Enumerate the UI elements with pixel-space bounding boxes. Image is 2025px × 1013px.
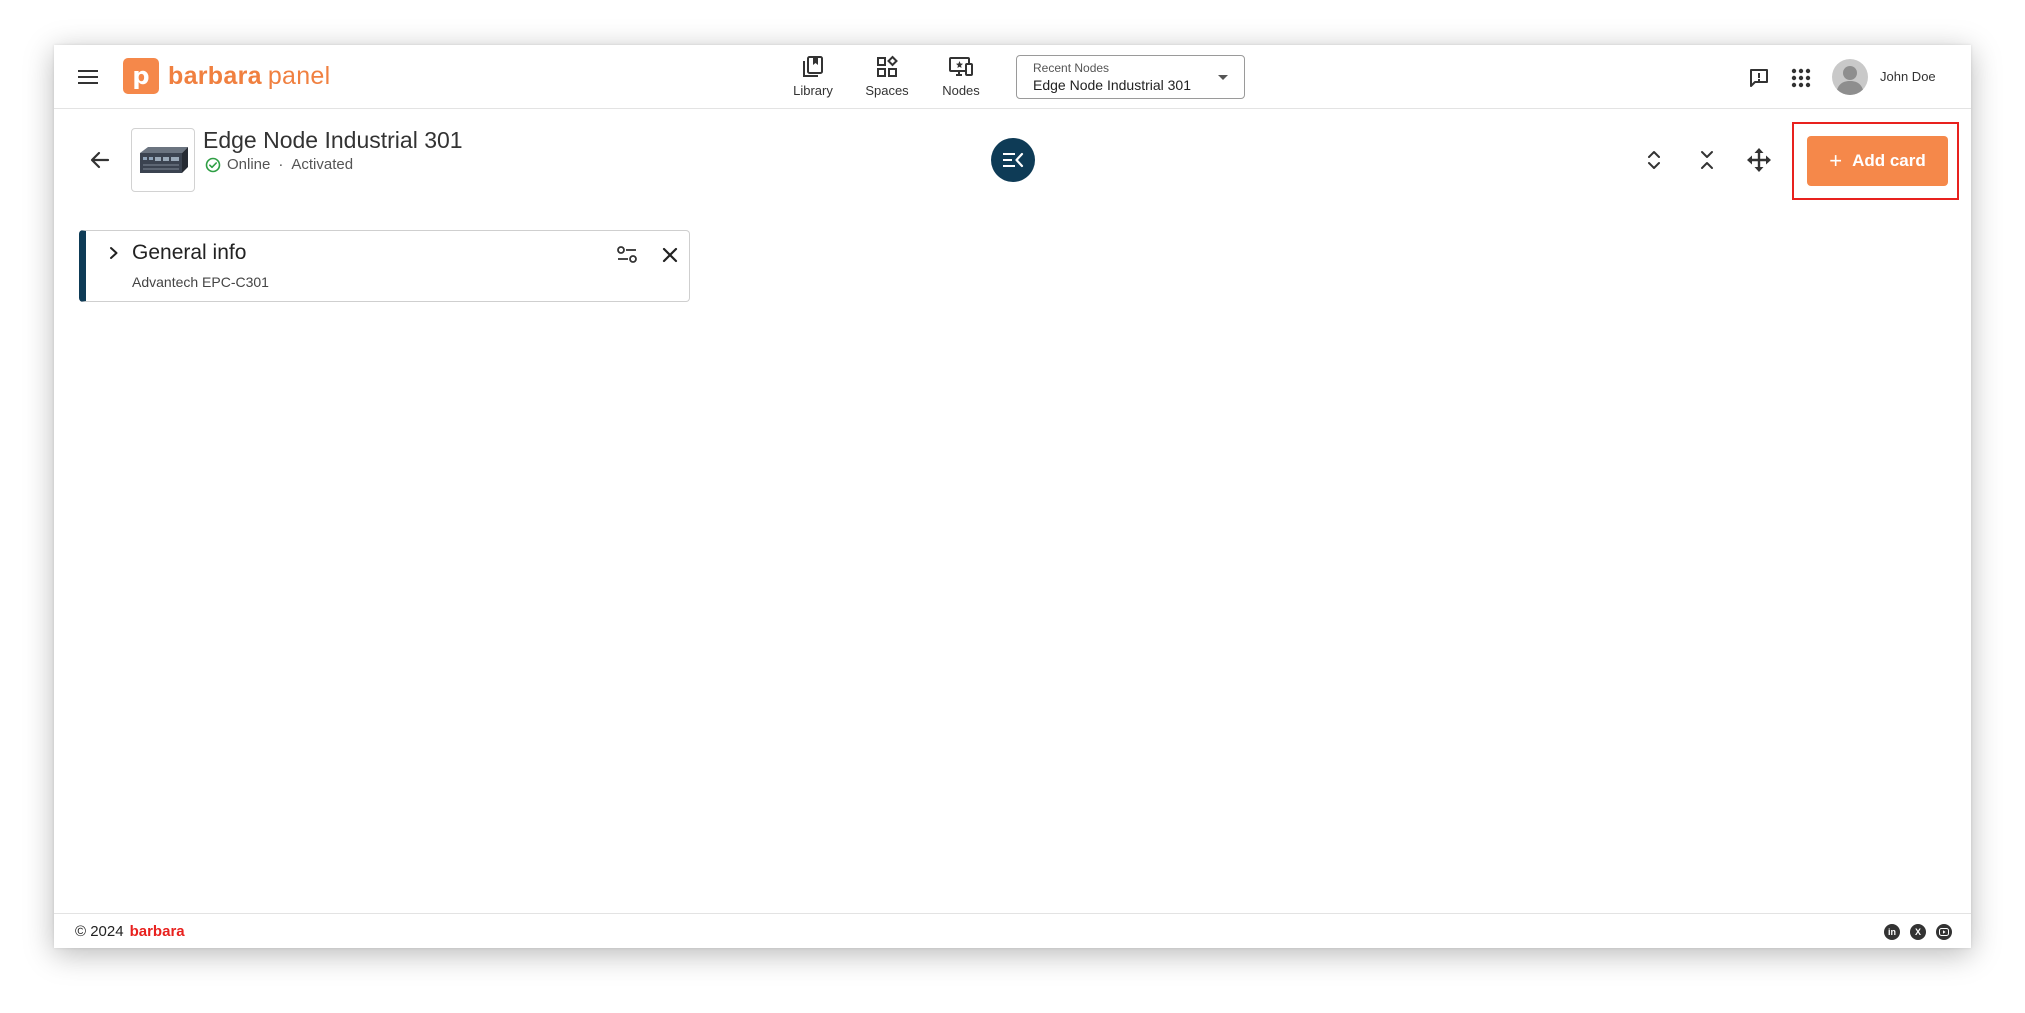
recent-nodes-select[interactable]: Recent Nodes Edge Node Industrial 301: [1016, 55, 1245, 99]
status-online: Online: [227, 156, 271, 173]
library-icon: [803, 56, 823, 77]
chevron-right-icon[interactable]: [104, 243, 124, 263]
spaces-icon: [877, 55, 898, 77]
linkedin-icon[interactable]: in: [1884, 924, 1900, 940]
menu-collapse-icon: [1003, 152, 1024, 168]
logo-brand: barbara: [168, 61, 262, 90]
toggle-panel-button[interactable]: [991, 138, 1035, 182]
nodes-icon: [949, 57, 973, 76]
app-logo[interactable]: p barbara panel: [123, 58, 330, 94]
back-arrow-icon[interactable]: [84, 144, 116, 176]
recent-nodes-value: Edge Node Industrial 301: [1033, 77, 1191, 93]
avatar[interactable]: [1832, 59, 1868, 95]
card-title: General info: [132, 241, 247, 264]
nav-library-label: Library: [793, 83, 833, 98]
node-thumbnail: [131, 128, 195, 192]
plus-icon: +: [1829, 148, 1843, 173]
nav-library[interactable]: Library: [778, 55, 848, 103]
top-bar: p barbara panel Library Spaces Nodes Rec…: [54, 45, 1971, 109]
close-icon[interactable]: [657, 242, 683, 268]
recent-nodes-caption: Recent Nodes: [1033, 61, 1110, 75]
nav-nodes-label: Nodes: [942, 83, 980, 98]
page-title: Edge Node Industrial 301: [203, 127, 463, 153]
app-window: p barbara panel Library Spaces Nodes Rec…: [54, 45, 1971, 948]
collapse-all-icon[interactable]: [1692, 145, 1722, 175]
feedback-icon[interactable]: [1746, 65, 1772, 91]
copyright: © 2024 barbara: [75, 923, 185, 940]
nav-spaces-label: Spaces: [865, 83, 909, 98]
status-separator: ·: [278, 156, 284, 173]
logo-product: panel: [267, 61, 331, 90]
footer: © 2024 barbara in X: [54, 913, 1971, 948]
menu-icon[interactable]: [74, 63, 102, 91]
logo-mark: p: [123, 58, 159, 94]
copyright-text: © 2024: [75, 923, 124, 940]
x-icon[interactable]: X: [1910, 924, 1926, 940]
node-status: Online · Activated: [205, 156, 353, 173]
settings-sliders-icon[interactable]: [614, 242, 640, 268]
card-subtitle: Advantech EPC-C301: [132, 274, 269, 290]
youtube-icon[interactable]: [1936, 924, 1952, 940]
add-card-button[interactable]: + Add card: [1807, 136, 1948, 186]
apps-grid-icon[interactable]: [1788, 65, 1814, 91]
add-card-label: Add card: [1852, 151, 1926, 170]
chevron-down-icon: [1218, 75, 1228, 80]
nav-nodes[interactable]: Nodes: [926, 55, 996, 103]
check-circle-icon: [205, 157, 221, 173]
move-icon[interactable]: [1744, 145, 1774, 175]
footer-brand[interactable]: barbara: [130, 923, 185, 940]
status-activated: Activated: [291, 156, 354, 173]
expand-all-icon[interactable]: [1639, 145, 1669, 175]
nav-spaces[interactable]: Spaces: [852, 55, 922, 103]
logo-text: barbara panel: [168, 62, 330, 91]
card-general-info: General info Advantech EPC-C301: [79, 230, 690, 302]
user-name[interactable]: John Doe: [1880, 69, 1936, 84]
